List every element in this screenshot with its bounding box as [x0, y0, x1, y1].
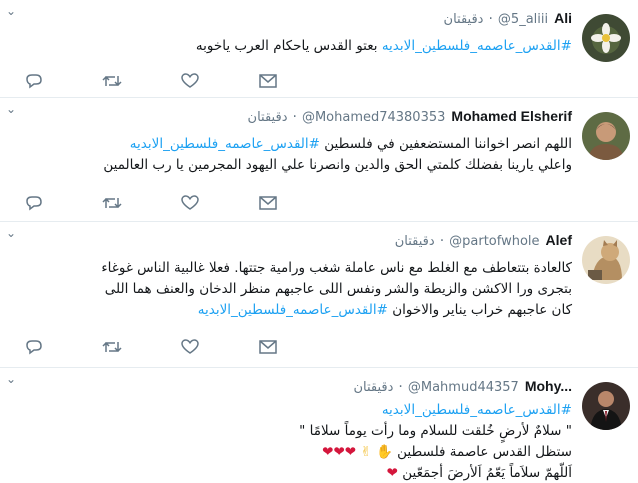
user-name[interactable]: Mohamed Elsherif	[451, 108, 572, 124]
tweet[interactable]: ⌄ دقيقتان · @5_aliii Ali #القدس_عاصمه_فل…	[0, 0, 638, 98]
user-name[interactable]: Ali	[554, 10, 572, 26]
timestamp[interactable]: دقيقتان	[444, 12, 484, 27]
hashtag-link[interactable]: #القدس_عاصمه_فلسطين_الابديه	[382, 402, 572, 418]
user-handle[interactable]: @Mahmud44357	[408, 380, 519, 395]
tweet[interactable]: ⌄ دقيقتان · @Mahmud44357 Mohy... #القدس_…	[0, 368, 638, 483]
chevron-down-icon[interactable]: ⌄	[6, 226, 16, 240]
hashtag-link[interactable]: #القدس_عاصمه_فلسطين_الابديه	[198, 302, 388, 318]
timestamp[interactable]: دقيقتان	[353, 380, 393, 395]
chevron-down-icon[interactable]: ⌄	[6, 4, 16, 18]
avatar[interactable]	[582, 14, 630, 62]
cat-illustration-image	[582, 236, 630, 284]
tweet-actions	[24, 194, 278, 212]
victory-hand-icon: ✌	[360, 444, 372, 460]
avatar[interactable]	[582, 382, 630, 430]
envelope-icon[interactable]	[258, 338, 278, 356]
retweet-icon[interactable]	[102, 194, 122, 212]
chevron-down-icon[interactable]: ⌄	[6, 372, 16, 386]
tweet-header: دقيقتان · @5_aliii Ali	[443, 10, 572, 27]
red-heart-icon: ❤	[386, 465, 398, 481]
user-handle[interactable]: @Mohamed74380353	[302, 110, 445, 125]
man-photo-image	[582, 112, 630, 160]
tweet-actions	[24, 338, 278, 356]
user-name[interactable]: Alef	[546, 232, 572, 248]
user-name[interactable]: Mohy...	[525, 378, 572, 394]
avatar[interactable]	[582, 236, 630, 284]
heart-icon[interactable]	[180, 338, 200, 356]
reply-icon[interactable]	[24, 72, 44, 90]
tweet-header: دقيقتان · @partofwhole Alef	[394, 232, 572, 249]
raised-hand-icon: ✋	[376, 444, 393, 460]
timestamp[interactable]: دقيقتان	[248, 110, 288, 125]
retweet-icon[interactable]	[102, 72, 122, 90]
tweet-header: دقيقتان · @Mohamed74380353 Mohamed Elshe…	[247, 108, 572, 125]
man-suit-photo-image	[582, 382, 630, 430]
tweet[interactable]: ⌄ دقيقتان · @Mohamed74380353 Mohamed Els…	[0, 98, 638, 222]
user-handle[interactable]: @5_aliii	[498, 12, 548, 27]
avatar[interactable]	[582, 112, 630, 160]
hashtag-link[interactable]: #القدس_عاصمه_فلسطين_الابديه	[130, 136, 320, 152]
tweet-feed: ⌄ دقيقتان · @5_aliii Ali #القدس_عاصمه_فل…	[0, 0, 638, 483]
user-handle[interactable]: @partofwhole	[449, 234, 539, 249]
flower-photo-image	[582, 14, 630, 62]
tweet-header: دقيقتان · @Mahmud44357 Mohy...	[353, 378, 572, 395]
tweet-actions	[24, 72, 278, 90]
timestamp[interactable]: دقيقتان	[395, 234, 435, 249]
hashtag-link[interactable]: #القدس_عاصمه_فلسطين_الابديه	[382, 38, 572, 54]
red-heart-icon: ❤❤❤	[322, 444, 357, 460]
tweet-text: اللهم انصر اخواننا المستضعفين في فلسطين …	[103, 136, 572, 173]
retweet-icon[interactable]	[102, 338, 122, 356]
reply-icon[interactable]	[24, 338, 44, 356]
envelope-icon[interactable]	[258, 194, 278, 212]
heart-icon[interactable]	[180, 72, 200, 90]
envelope-icon[interactable]	[258, 72, 278, 90]
tweet-text: كالعادة بتتعاطف مع الغلط مع ناس عاملة شغ…	[101, 260, 572, 318]
reply-icon[interactable]	[24, 194, 44, 212]
chevron-down-icon[interactable]: ⌄	[6, 102, 16, 116]
heart-icon[interactable]	[180, 194, 200, 212]
tweet[interactable]: ⌄ دقيقتان · @partofwhole Alef كالعادة بت…	[0, 222, 638, 368]
tweet-text: #القدس_عاصمه_فلسطين_الابديه " سلامٌ لأرض…	[299, 402, 572, 481]
tweet-text: #القدس_عاصمه_فلسطين_الابديه بعتو القدس ي…	[195, 38, 572, 54]
